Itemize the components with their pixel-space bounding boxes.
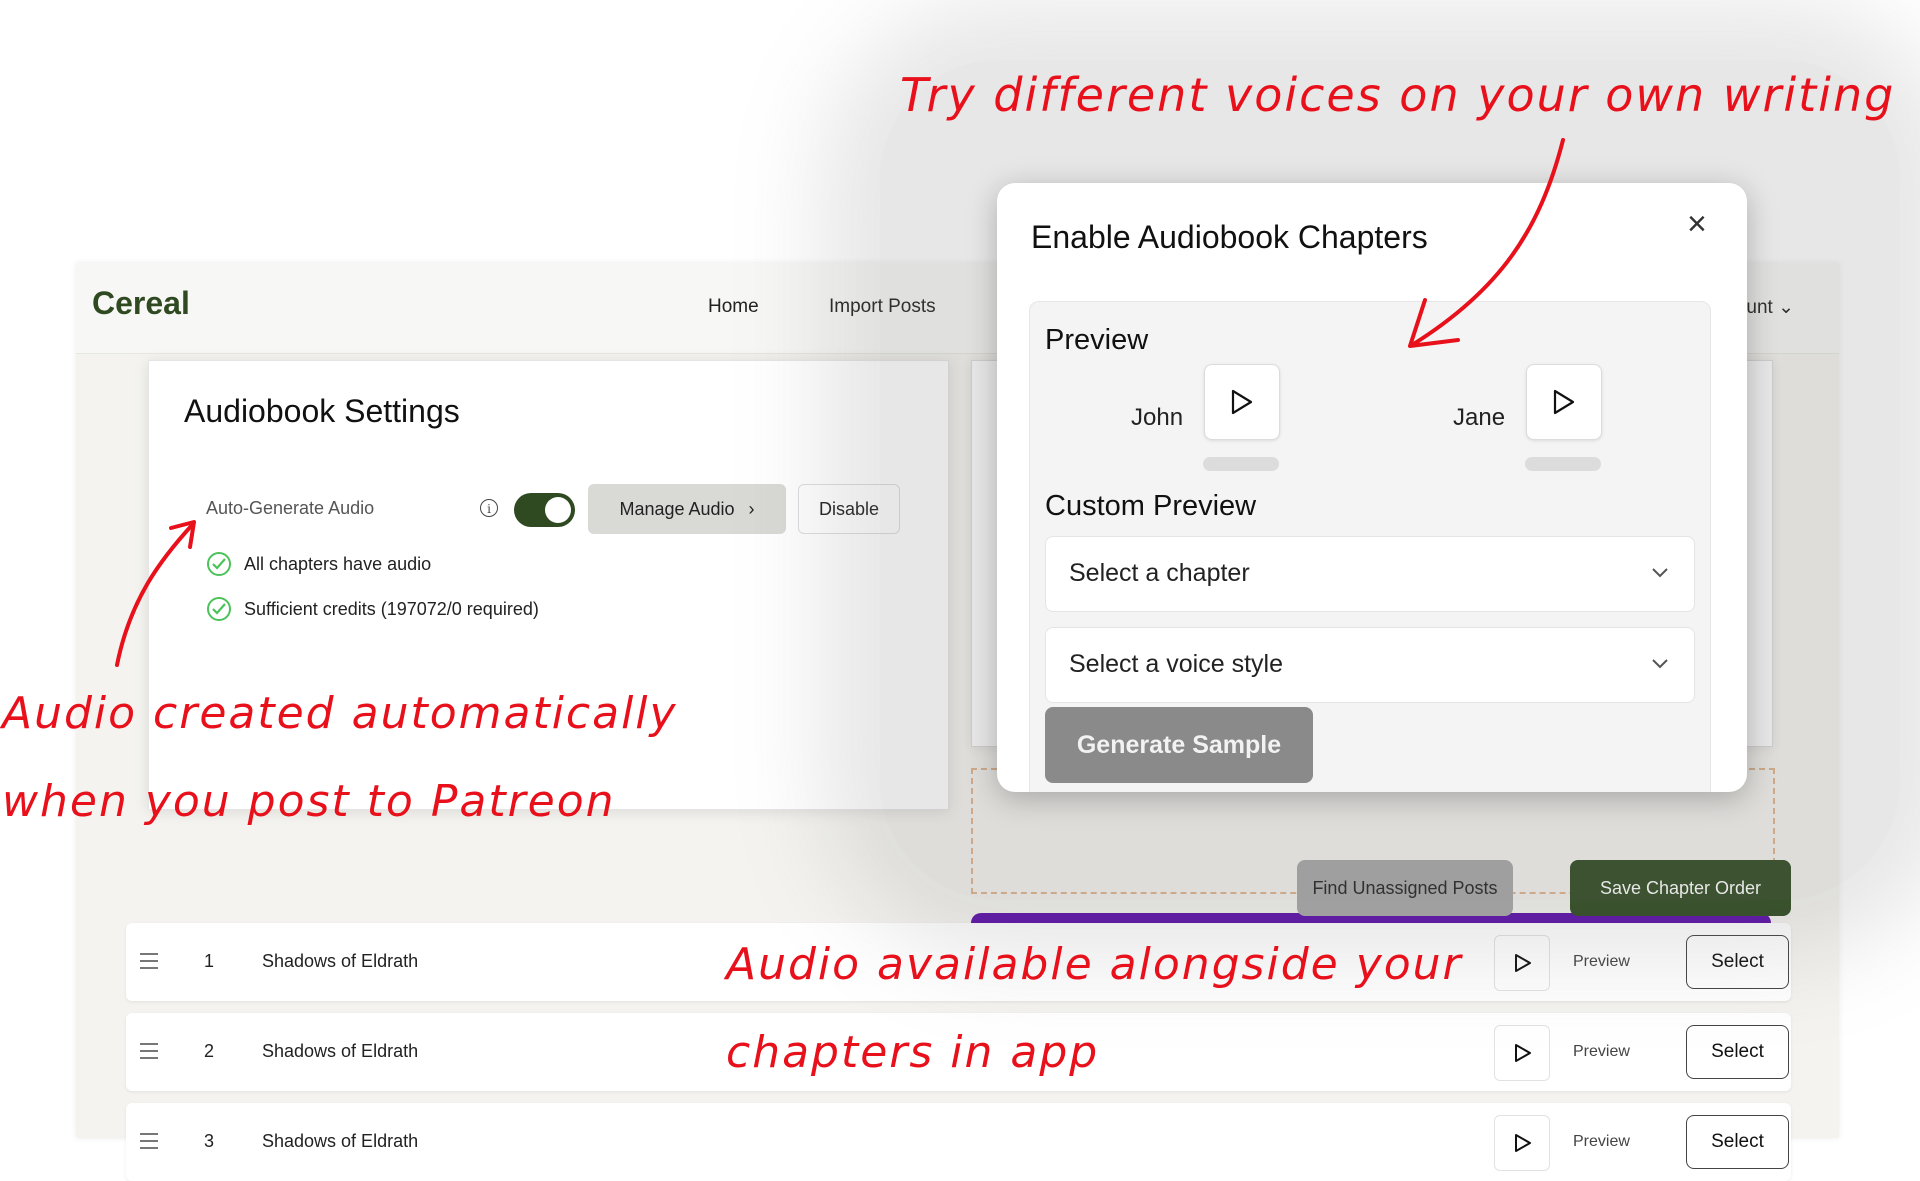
annotation-arrow-left [115, 522, 195, 667]
annotation-arrowhead-top [1408, 298, 1460, 348]
annotation-arrow-top [1410, 138, 1565, 347]
annotation-arrows [115, 138, 1565, 667]
